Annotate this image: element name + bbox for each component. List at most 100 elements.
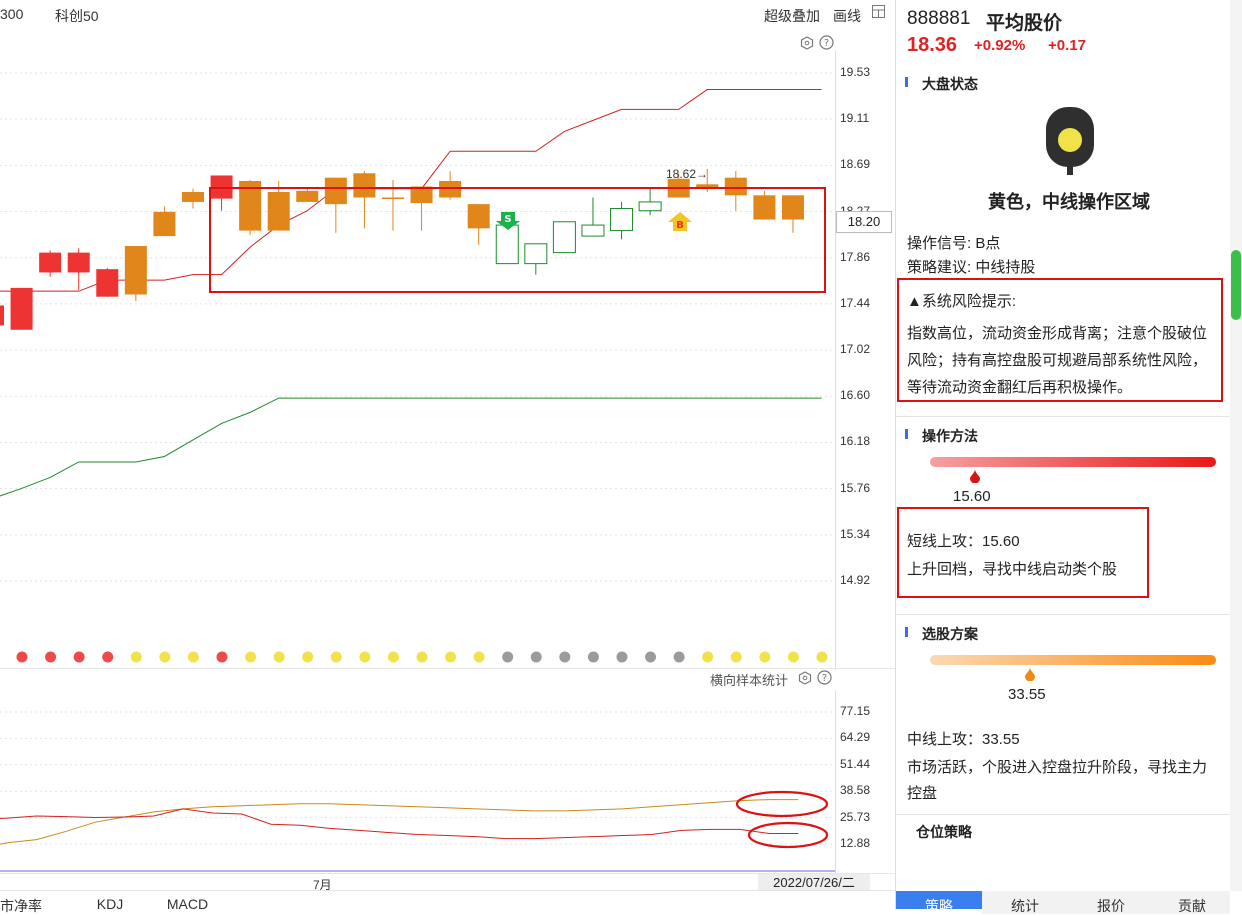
tab-pb[interactable]: 市净率	[0, 891, 55, 914]
panel-scrollbar[interactable]	[1230, 0, 1242, 891]
signal-dot	[73, 651, 85, 663]
signal-dot	[473, 651, 485, 663]
traffic-light-icon	[1046, 107, 1094, 184]
candle-body	[153, 211, 176, 237]
grid-icon[interactable]	[872, 5, 885, 21]
y-tick-label: 16.60	[840, 388, 871, 403]
pick-line-3: 控盘	[907, 785, 938, 802]
stock-price: 18.36	[907, 34, 958, 56]
sub-orange-line	[0, 799, 799, 845]
tab-macd[interactable]: MACD	[160, 891, 215, 914]
sample-statistics-chart[interactable]	[0, 690, 836, 875]
candle	[153, 206, 176, 237]
signal-dot	[245, 651, 257, 663]
pick-gauge	[930, 655, 1216, 665]
position-strategy-title: 仓位策略	[916, 824, 972, 840]
pick-value: 33.55	[1008, 686, 1046, 703]
y-tick-label: 18.69	[840, 157, 871, 172]
sub-y-tick-label: 64.29	[840, 730, 871, 745]
stock-pct-change: +0.92%	[974, 37, 1026, 54]
candle	[124, 246, 147, 302]
method-title: 操作方法	[905, 426, 978, 446]
draw-line-button[interactable]: 画线	[833, 6, 861, 26]
signal-dot	[530, 651, 542, 663]
method-gauge	[930, 457, 1216, 467]
sub-y-tick-label: 38.58	[840, 783, 871, 798]
tab-kdj[interactable]: KDJ	[90, 891, 130, 914]
pick-line-1: 中线上攻：33.55	[907, 731, 1020, 748]
annotation-ellipses	[735, 790, 829, 849]
current-price-tag: 18.20	[836, 211, 892, 233]
sub-y-tick-label: 12.88	[840, 836, 871, 850]
sub-y-tick-label: 25.73	[840, 809, 871, 824]
y-tick-label: 19.53	[840, 65, 871, 79]
signal-dot	[816, 651, 828, 663]
signal-dot	[16, 651, 28, 663]
sub-help-icon[interactable]: ?	[817, 670, 832, 690]
candle	[181, 188, 204, 209]
candle	[96, 268, 119, 297]
y-tick-label: 14.92	[840, 573, 871, 587]
y-tick-label: 15.76	[840, 480, 871, 495]
stock-change: +0.17	[1048, 37, 1086, 54]
signal-dot	[587, 651, 599, 663]
stock-code: 888881	[907, 8, 971, 29]
sub-y-tick-label: 51.44	[840, 756, 871, 771]
signal-dot	[559, 651, 571, 663]
candle-body	[0, 305, 4, 326]
signal-dot	[502, 651, 514, 663]
candle-body	[10, 287, 33, 330]
signal-dot	[330, 651, 342, 663]
scrollbar-thumb[interactable]	[1231, 250, 1241, 320]
pick-drop-marker-icon	[1024, 667, 1036, 686]
candle-body	[181, 192, 204, 202]
lower-band-line	[0, 397, 822, 497]
svg-text:?: ?	[822, 673, 827, 684]
y-tick-label: 17.44	[840, 295, 871, 310]
y-tick-label: 17.86	[840, 249, 871, 264]
signal-dot	[702, 651, 714, 663]
operation-signal: 操作信号: B点	[907, 235, 1001, 252]
sub-chart-title: 横向样本统计	[710, 673, 789, 688]
candle-body	[96, 269, 119, 297]
stock-name: 平均股价	[986, 13, 1063, 34]
signal-dot	[302, 651, 314, 663]
candlestick-chart[interactable]: SB18.62→	[0, 50, 836, 670]
index-tab-kechuang50[interactable]: 科创50	[55, 6, 99, 26]
annotation-box-method	[897, 507, 1149, 598]
date-cursor-label: 2022/07/26/二	[758, 874, 870, 891]
tab-quote[interactable]: 报价	[1068, 891, 1154, 914]
high-price-annotation: 18.62→	[666, 167, 708, 181]
signal-dot	[130, 651, 142, 663]
candle-body	[67, 252, 90, 273]
pick-title: 选股方案	[905, 624, 978, 644]
tab-contribution[interactable]: 贡献	[1154, 891, 1230, 914]
overlay-button[interactable]: 超级叠加	[764, 6, 820, 26]
signal-dot	[45, 651, 57, 663]
candle	[67, 248, 90, 291]
candle	[10, 287, 33, 330]
tab-statistics[interactable]: 统计	[982, 891, 1068, 914]
signal-dot	[359, 651, 371, 663]
signal-dot	[645, 651, 657, 663]
signal-dot	[730, 651, 742, 663]
signal-dot	[387, 651, 399, 663]
candle	[0, 305, 4, 326]
y-tick-label: 15.34	[840, 526, 871, 541]
candle-body	[124, 246, 147, 295]
signal-dot	[445, 651, 457, 663]
pick-line-2: 市场活跃，个股进入控盘拉升阶段，寻找主力	[907, 759, 1208, 776]
y-tick-label: 19.11	[840, 111, 870, 126]
index-tab-cut[interactable]: 300	[0, 6, 23, 22]
tab-strategy[interactable]: 策略	[896, 891, 982, 914]
strategy-advice: 策略建议: 中线持股	[907, 259, 1036, 276]
sub-settings-icon[interactable]	[798, 671, 812, 690]
method-drop-marker-icon	[969, 469, 981, 488]
sub-y-tick-label: 77.15	[840, 704, 871, 718]
signal-dot	[787, 651, 799, 663]
annotation-box-range	[209, 187, 826, 293]
y-tick-label: 16.18	[840, 434, 871, 449]
signal-dot	[216, 651, 228, 663]
signal-dot	[159, 651, 171, 663]
signal-dot	[616, 651, 628, 663]
